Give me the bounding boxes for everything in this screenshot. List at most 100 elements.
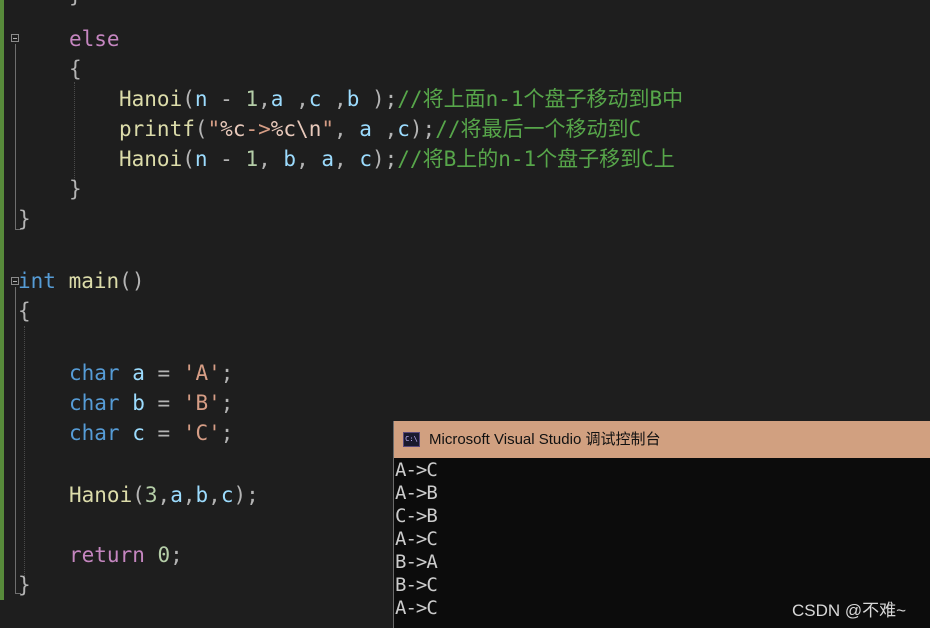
code-token: n bbox=[194, 147, 208, 171]
code-token: b bbox=[132, 391, 145, 415]
code-token: -> bbox=[245, 117, 271, 141]
code-line[interactable]: { bbox=[18, 296, 31, 326]
code-token: char bbox=[69, 361, 120, 385]
code-token: c bbox=[220, 483, 234, 507]
code-token: () bbox=[119, 269, 145, 293]
code-token: int bbox=[18, 269, 56, 293]
code-token: %c bbox=[220, 117, 246, 141]
code-line[interactable]: } bbox=[69, 0, 82, 10]
code-token: n bbox=[194, 87, 208, 111]
code-token: char bbox=[69, 391, 120, 415]
console-output-line: A->C bbox=[395, 459, 438, 481]
code-token: ( bbox=[194, 117, 208, 141]
code-token: c bbox=[359, 147, 372, 171]
code-line[interactable]: return 0; bbox=[69, 540, 183, 570]
code-line[interactable]: else bbox=[69, 24, 120, 54]
code-token: ; bbox=[220, 391, 234, 415]
code-token: b bbox=[283, 147, 297, 171]
code-token: return bbox=[69, 543, 145, 567]
code-token: c bbox=[397, 117, 410, 141]
code-line[interactable]: char a = 'A'; bbox=[69, 358, 233, 388]
code-token: 'B' bbox=[182, 391, 221, 415]
code-token: 1 bbox=[245, 147, 259, 171]
code-line[interactable]: printf("%c->%c\n", a ,c);//将最后一个移动到C bbox=[119, 114, 641, 144]
code-token: Hanoi bbox=[119, 87, 183, 111]
console-output-line: A->C bbox=[395, 597, 438, 619]
code-line[interactable]: } bbox=[18, 204, 31, 234]
code-token: a bbox=[359, 117, 372, 141]
code-token: { bbox=[18, 299, 31, 323]
collapse-else-icon[interactable] bbox=[11, 34, 19, 42]
fold-line-else bbox=[15, 44, 16, 230]
code-line[interactable]: char c = 'C'; bbox=[69, 418, 233, 448]
code-token: %c\n bbox=[270, 117, 322, 141]
code-token: , bbox=[182, 483, 196, 507]
code-token: } bbox=[18, 573, 31, 597]
code-token: , bbox=[296, 147, 322, 171]
code-token: - bbox=[207, 147, 246, 171]
code-token: 'A' bbox=[182, 361, 221, 385]
code-token: , bbox=[321, 87, 347, 111]
code-line[interactable]: } bbox=[18, 570, 31, 600]
code-token: } bbox=[18, 207, 31, 231]
code-line[interactable]: } bbox=[69, 174, 82, 204]
code-token: c bbox=[308, 87, 322, 111]
code-token: , bbox=[208, 483, 221, 507]
code-token: printf bbox=[119, 117, 195, 141]
console-output-line: B->A bbox=[395, 551, 438, 573]
console-output-line: B->C bbox=[395, 574, 438, 596]
code-line[interactable]: int main() bbox=[18, 266, 144, 296]
code-token: 0 bbox=[157, 543, 171, 567]
code-token: , bbox=[258, 147, 284, 171]
code-token: , bbox=[157, 483, 171, 507]
code-token: ); bbox=[233, 483, 259, 507]
code-token: 3 bbox=[144, 483, 158, 507]
code-token: 1 bbox=[245, 87, 259, 111]
code-token: , bbox=[371, 117, 398, 141]
code-token: ( bbox=[132, 483, 145, 507]
code-token: else bbox=[69, 27, 120, 51]
code-token: " bbox=[207, 117, 221, 141]
code-token: b bbox=[195, 483, 209, 507]
code-token: ); bbox=[359, 87, 398, 111]
code-token: } bbox=[69, 177, 82, 201]
code-token: ; bbox=[220, 421, 234, 445]
outlining-margin bbox=[4, 0, 21, 628]
code-token: , bbox=[334, 117, 360, 141]
code-token: a bbox=[170, 483, 183, 507]
code-line[interactable]: char b = 'B'; bbox=[69, 388, 233, 418]
code-token: = bbox=[144, 361, 183, 385]
code-token: { bbox=[69, 57, 82, 81]
indent-guide bbox=[74, 82, 75, 182]
code-line[interactable]: Hanoi(n - 1,a ,c ,b );//将上面n-1个盘子移动到B中 bbox=[119, 84, 683, 114]
code-token: ; bbox=[170, 543, 183, 567]
console-output-line: C->B bbox=[395, 505, 438, 527]
console-output-line: A->C bbox=[395, 528, 438, 550]
code-line[interactable]: { bbox=[69, 54, 82, 84]
code-token: main bbox=[68, 269, 120, 293]
fold-line-main bbox=[15, 287, 16, 594]
code-token: c bbox=[132, 421, 145, 445]
code-token: Hanoi bbox=[69, 483, 133, 507]
code-line[interactable]: Hanoi(3,a,b,c); bbox=[69, 480, 259, 510]
code-token: , bbox=[258, 87, 271, 111]
code-token: ( bbox=[182, 87, 195, 111]
code-token: char bbox=[69, 421, 120, 445]
console-app-icon: C:\ bbox=[403, 432, 420, 447]
code-token: ); bbox=[371, 147, 398, 171]
console-titlebar[interactable]: C:\ Microsoft Visual Studio 调试控制台 bbox=[394, 421, 930, 458]
code-token: } bbox=[69, 0, 82, 7]
code-token: , bbox=[334, 147, 360, 171]
code-token: = bbox=[144, 391, 183, 415]
watermark-text: CSDN @不难~ bbox=[792, 601, 907, 620]
code-editor[interactable]: } else { Hanoi(n - 1,a ,c ,b );//将上面n-1个盘子移… bbox=[0, 0, 930, 628]
code-token: , bbox=[283, 87, 309, 111]
console-title: Microsoft Visual Studio 调试控制台 bbox=[429, 431, 661, 448]
code-token: ; bbox=[220, 361, 234, 385]
code-line[interactable]: Hanoi(n - 1, b, a, c);//将B上的n-1个盘子移到C上 bbox=[119, 144, 675, 174]
code-token: - bbox=[207, 87, 246, 111]
